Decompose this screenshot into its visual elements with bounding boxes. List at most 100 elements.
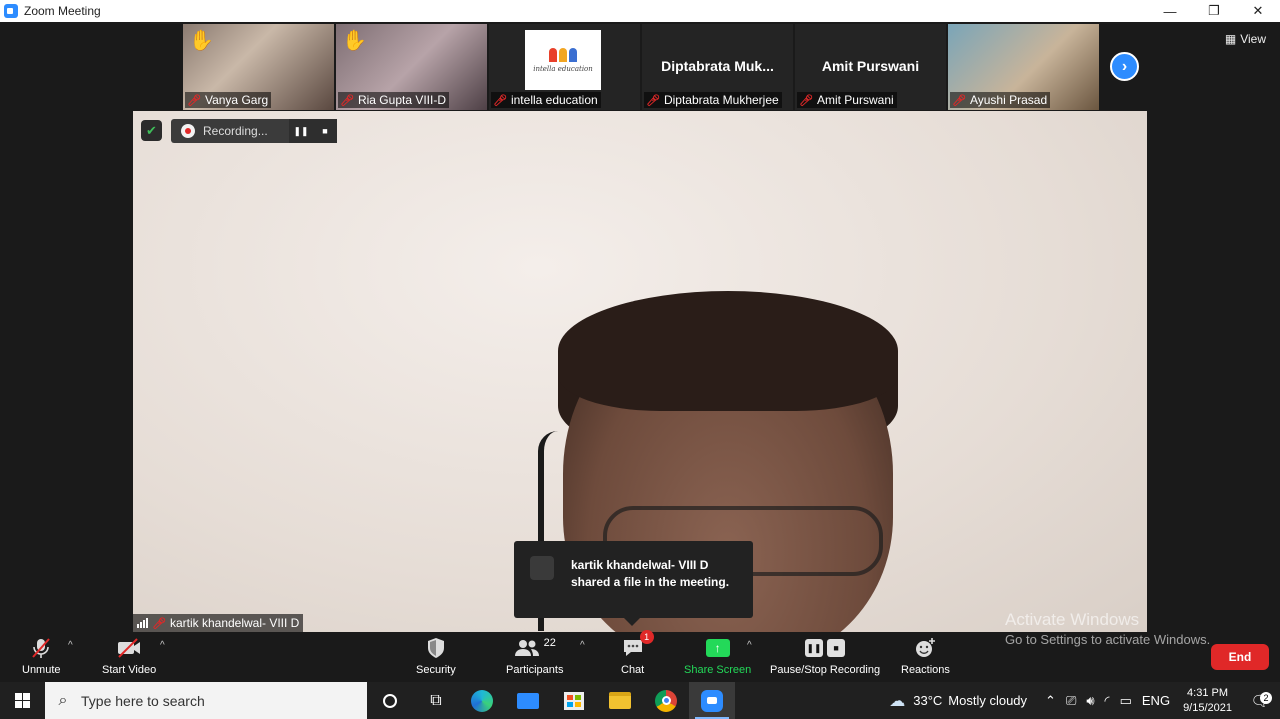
- speaker-name: kartik khandelwal- VIII D: [169, 616, 300, 630]
- start-button[interactable]: [0, 682, 45, 719]
- zoom-app[interactable]: [689, 682, 735, 719]
- chat-button[interactable]: 1 Chat: [621, 630, 654, 676]
- window-controls: — ❐ ✕: [1148, 0, 1280, 22]
- recording-status: Recording...: [203, 124, 268, 138]
- mic-muted-icon: 🎤︎: [340, 94, 354, 107]
- participant-nametag: 🎤︎ Diptabrata Mukherjee: [644, 92, 782, 108]
- participants-label: Participants: [506, 664, 564, 676]
- participant-tile[interactable]: ✋ 🎤︎ Ria Gupta VIII-D: [336, 24, 487, 110]
- pause-recording-button[interactable]: ❚❚: [289, 119, 313, 143]
- chat-label: Chat: [621, 664, 645, 676]
- cloud-icon: ☁: [889, 692, 906, 710]
- speaker-video-hair-top: [558, 291, 898, 411]
- volume-icon[interactable]: 🔊︎: [1081, 693, 1099, 709]
- encryption-shield-icon[interactable]: ✔: [141, 120, 162, 141]
- grid-icon: ▦: [1224, 32, 1237, 46]
- share-screen-button[interactable]: ↑ Share Screen: [684, 636, 751, 676]
- minimize-button[interactable]: —: [1148, 0, 1192, 22]
- participant-name: Ria Gupta VIII-D: [357, 93, 446, 107]
- participant-display-name: Diptabrata Muk...: [661, 58, 774, 74]
- chrome-icon: [655, 689, 677, 712]
- file-shared-notification[interactable]: kartik khandelwal- VIII D shared a file …: [514, 541, 753, 626]
- reactions-button[interactable]: Reactions: [901, 636, 950, 676]
- start-video-label: Start Video: [102, 664, 157, 676]
- gallery-strip: ✋ 🎤︎ Vanya Garg ✋ 🎤︎ Ria Gupta VIII-D in…: [183, 24, 1099, 110]
- weather-widget[interactable]: ☁ 33°C Mostly cloudy: [884, 691, 1032, 711]
- mail-app[interactable]: [505, 682, 551, 719]
- mic-muted-icon: 🎤︎: [187, 94, 201, 107]
- restore-button[interactable]: ❐: [1192, 0, 1236, 22]
- taskbar-search[interactable]: ⌕ Type here to search: [45, 682, 367, 719]
- mic-muted-icon: 🎤︎: [952, 94, 966, 107]
- participants-button[interactable]: 22 Participants: [506, 636, 563, 676]
- participant-tile[interactable]: Amit Purswani 🎤︎ Amit Purswani: [795, 24, 946, 110]
- participants-options-caret[interactable]: ^: [580, 640, 585, 651]
- participant-nametag: 🎤︎ Vanya Garg: [185, 92, 272, 108]
- clock-time: 4:31 PM: [1187, 686, 1229, 699]
- reactions-label: Reactions: [901, 664, 950, 676]
- unmute-button[interactable]: Unmute: [22, 636, 61, 676]
- stop-recording-button[interactable]: ■: [313, 119, 337, 143]
- participant-nametag: 🎤︎ intella education: [491, 92, 601, 108]
- intella-logo: intella education: [525, 30, 601, 90]
- window-title: Zoom Meeting: [24, 4, 101, 18]
- view-button[interactable]: ▦ View: [1225, 32, 1266, 46]
- chat-icon: 1: [622, 630, 654, 660]
- unmute-label: Unmute: [22, 664, 61, 676]
- cortana-button[interactable]: [367, 682, 413, 719]
- avatar: [530, 556, 554, 580]
- watermark-subtitle: Go to Settings to activate Windows.: [1005, 632, 1211, 647]
- store-app[interactable]: [551, 682, 597, 719]
- clock[interactable]: 4:31 PM 9/15/2021: [1175, 686, 1240, 716]
- start-video-button[interactable]: Start Video: [102, 636, 156, 676]
- participants-count: 22: [543, 637, 556, 649]
- show-hidden-icons[interactable]: ⌃: [1040, 693, 1061, 709]
- participant-tile[interactable]: Diptabrata Muk... 🎤︎ Diptabrata Mukherje…: [642, 24, 793, 110]
- video-off-icon: [116, 636, 142, 660]
- mic-muted-icon: 🎤︎: [646, 94, 660, 107]
- file-explorer-app[interactable]: [597, 682, 643, 719]
- share-options-caret[interactable]: ^: [747, 640, 752, 651]
- participant-nametag: 🎤︎ Amit Purswani: [797, 92, 897, 108]
- chrome-app[interactable]: [643, 682, 689, 719]
- notification-center-button[interactable]: 🗨︎ 2: [1240, 691, 1280, 710]
- audio-options-caret[interactable]: ^: [68, 640, 73, 651]
- participant-tile[interactable]: intella education 🎤︎ intella education: [489, 24, 640, 110]
- task-view-button[interactable]: ⧉: [413, 682, 459, 719]
- share-screen-icon: ↑: [705, 639, 730, 657]
- chevron-up-icon: ⌃: [1045, 692, 1056, 708]
- mic-muted-icon: 🎤︎: [799, 94, 813, 107]
- raised-hand-icon: ✋: [342, 30, 367, 52]
- participant-name: intella education: [510, 93, 598, 107]
- end-meeting-button[interactable]: End: [1211, 644, 1269, 670]
- microphone-muted-icon: [30, 636, 52, 660]
- zoom-icon: [701, 689, 723, 712]
- meet-now-icon[interactable]: ⎚: [1061, 693, 1081, 709]
- participant-tile[interactable]: 🎤︎ Ayushi Prasad: [948, 24, 1099, 110]
- windows-logo-icon: [15, 693, 30, 708]
- share-screen-label: Share Screen: [684, 664, 752, 676]
- participant-tile[interactable]: ✋ 🎤︎ Vanya Garg: [183, 24, 334, 110]
- notification-sender: kartik khandelwal- VIII D: [571, 558, 709, 572]
- notification-message: shared a file in the meeting.: [571, 575, 730, 589]
- video-options-caret[interactable]: ^: [160, 640, 165, 651]
- battery-icon[interactable]: ▭: [1115, 693, 1137, 709]
- raised-hand-icon: ✋: [189, 30, 214, 52]
- edge-app[interactable]: [459, 682, 505, 719]
- wifi-icon[interactable]: ◜: [1100, 693, 1115, 709]
- security-button[interactable]: Security: [416, 636, 456, 676]
- task-view-icon: ⧉: [430, 691, 442, 709]
- next-page-button[interactable]: ›: [1110, 52, 1139, 81]
- shield-icon: [426, 636, 446, 660]
- pause-stop-icon: ❚❚ ■: [805, 636, 846, 660]
- clock-date: 9/15/2021: [1183, 701, 1232, 714]
- close-button[interactable]: ✕: [1236, 0, 1280, 22]
- edge-icon: [471, 689, 493, 712]
- mic-muted-icon: 🎤︎: [493, 94, 507, 107]
- signal-strength-icon: [137, 618, 148, 628]
- pause-stop-recording-button[interactable]: ❚❚ ■ Pause/Stop Recording: [770, 636, 880, 676]
- language-indicator[interactable]: ENG: [1137, 693, 1175, 708]
- participant-nametag: 🎤︎ Ria Gupta VIII-D: [338, 92, 449, 108]
- mic-muted-icon: 🎤︎: [152, 617, 166, 630]
- zoom-app-icon: [4, 4, 18, 18]
